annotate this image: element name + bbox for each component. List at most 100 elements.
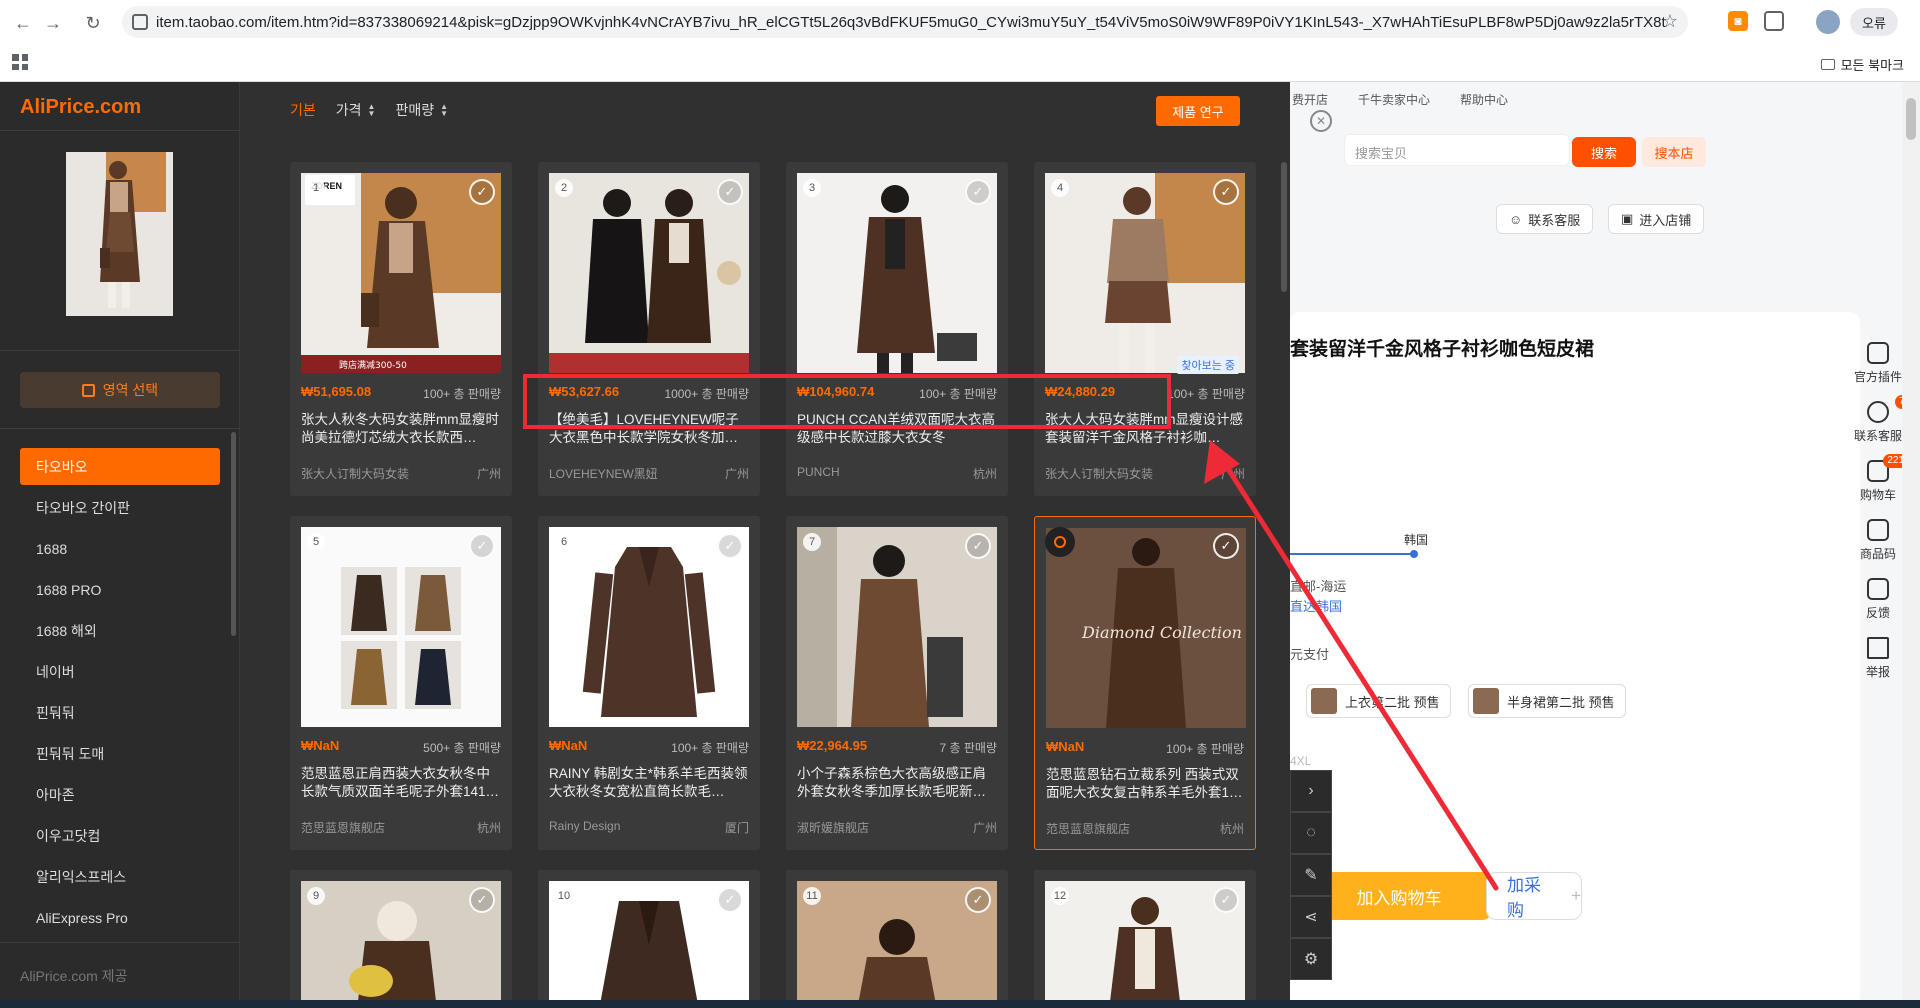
- platform-item[interactable]: 1688: [20, 530, 220, 567]
- taobao-search-button[interactable]: 搜索: [1572, 137, 1636, 167]
- select-check-icon[interactable]: ✓: [469, 887, 495, 913]
- page-scrollbar[interactable]: [1902, 82, 1920, 1008]
- product-card[interactable]: 3 ✓ ₩104,960.74 100+ 총 판매량 PUNCH CCAN羊绒双…: [786, 162, 1008, 496]
- shop-name[interactable]: PUNCH: [797, 465, 932, 479]
- select-check-icon[interactable]: ✓: [717, 533, 743, 559]
- product-research-button[interactable]: 제품 연구: [1156, 96, 1240, 126]
- shop-name[interactable]: Rainy Design: [549, 819, 684, 833]
- product-card[interactable]: 12 ✓: [1034, 870, 1256, 1008]
- product-image[interactable]: [797, 173, 997, 373]
- results-panel: 기본 가격 ▲ ▼ 판매량 ▲ ▼ 제품 연구 ZDREN 跨店满减300-50…: [240, 82, 1290, 1008]
- rail-service[interactable]: 74 联系客服: [1854, 395, 1914, 444]
- shop-name[interactable]: 张大人订制大码女装: [301, 465, 436, 482]
- product-card[interactable]: 6 ✓ ₩NaN 100+ 총 판매량 RAINY 韩剧女主*韩系羊毛西装领大衣…: [538, 516, 760, 850]
- product-card[interactable]: 9 ✓: [290, 870, 512, 1008]
- avatar[interactable]: [1816, 10, 1840, 34]
- rail-plugin[interactable]: 官方插件: [1854, 342, 1902, 385]
- product-card[interactable]: 10 ✓: [538, 870, 760, 1008]
- forward-icon[interactable]: →: [40, 10, 66, 36]
- product-image[interactable]: [549, 173, 749, 373]
- search-store-button[interactable]: 搜本店: [1642, 137, 1706, 167]
- enter-store-button[interactable]: ▣ 进入店铺: [1608, 204, 1705, 234]
- aliprice-logo[interactable]: AliPrice.com: [20, 96, 141, 119]
- select-check-icon[interactable]: ✓: [1213, 533, 1239, 559]
- all-bookmarks[interactable]: 모든 북마크: [1820, 55, 1904, 74]
- rank-number: 10: [555, 887, 573, 905]
- rail-feedback[interactable]: 反馈: [1866, 578, 1890, 621]
- product-title-link[interactable]: 范思蓝恩正肩西装大衣女秋冬中长款气质双面羊毛呢子外套141…: [301, 765, 501, 801]
- shop-name[interactable]: 范思蓝恩旗舰店: [1046, 820, 1181, 837]
- sidebar-scrollbar[interactable]: [231, 432, 236, 636]
- select-check-icon[interactable]: ✓: [965, 533, 991, 559]
- address-bar[interactable]: item.taobao.com/item.htm?id=837338069214…: [122, 6, 1688, 38]
- tab-price[interactable]: 가격 ▲ ▼: [336, 100, 376, 120]
- rank-number: 5: [307, 533, 325, 551]
- product-image[interactable]: [1045, 173, 1245, 373]
- top-nav-item[interactable]: 千牛卖家中心: [1358, 91, 1430, 114]
- contact-service-button[interactable]: ☺ 联系客服: [1496, 204, 1594, 234]
- product-image[interactable]: [301, 527, 501, 727]
- product-card[interactable]: ZDREN 跨店满减300-50 1 ✓ ₩51,695.08 100+ 총 판…: [290, 162, 512, 496]
- select-check-icon[interactable]: ✓: [469, 533, 495, 559]
- aliprice-extension-icon[interactable]: ◙: [1728, 11, 1748, 31]
- platform-item[interactable]: 타오바오: [20, 448, 220, 485]
- product-card[interactable]: 2 ✓ ₩53,627.66 1000+ 총 판매량 【绝美毛】LOVEHEYN…: [538, 162, 760, 496]
- bookmark-star-icon[interactable]: ☆: [1662, 11, 1678, 32]
- site-info-icon[interactable]: [132, 14, 148, 30]
- share-icon[interactable]: ⋖: [1290, 896, 1332, 938]
- profile-error-button[interactable]: 오류: [1850, 8, 1898, 36]
- platform-item[interactable]: 아마존: [20, 776, 220, 813]
- rail-cart[interactable]: 221 购物车: [1860, 454, 1908, 503]
- platform-item[interactable]: 1688 PRO: [20, 571, 220, 608]
- shop-city: 厦门: [724, 821, 749, 835]
- platform-item[interactable]: 네이버: [20, 653, 220, 690]
- tab-sales[interactable]: 판매량 ▲ ▼: [395, 100, 448, 120]
- shop-name[interactable]: 范思蓝恩旗舰店: [301, 819, 436, 836]
- platform-item[interactable]: AliExpress Pro: [20, 899, 220, 936]
- platform-item[interactable]: 이우고닷컴: [20, 817, 220, 854]
- top-nav-item[interactable]: 帮助中心: [1460, 91, 1508, 114]
- product-title-link[interactable]: RAINY 韩剧女主*韩系羊毛西装领大衣秋冬女宽松直筒长款毛…: [549, 765, 749, 801]
- select-check-icon[interactable]: ✓: [1213, 887, 1239, 913]
- rail-report[interactable]: 举报: [1866, 637, 1890, 680]
- shop-name[interactable]: 张大人订制大码女装: [1045, 465, 1180, 482]
- select-check-icon[interactable]: ✓: [1213, 179, 1239, 205]
- shop-name[interactable]: LOVEHEYNEW黑妞: [549, 465, 684, 482]
- product-card[interactable]: 7 ✓ ₩22,964.95 7 총 판매량 小个子森系棕色大衣高级感正肩外套女…: [786, 516, 1008, 850]
- platform-item[interactable]: 타오바오 간이판: [20, 489, 220, 526]
- product-image[interactable]: [549, 527, 749, 727]
- apps-icon[interactable]: [12, 54, 28, 70]
- shop-name[interactable]: 淑昕媛旗舰店: [797, 819, 932, 836]
- product-card[interactable]: 5 ✓ ₩NaN 500+ 총 판매량 范思蓝恩正肩西装大衣女秋冬中长款气质双面…: [290, 516, 512, 850]
- product-price: ₩51,695.08: [301, 384, 372, 399]
- tab-sales-label: 판매량: [395, 102, 435, 118]
- back-icon[interactable]: ←: [10, 10, 36, 36]
- platform-item[interactable]: 핀둬둬 도매: [20, 735, 220, 772]
- product-image[interactable]: [797, 527, 997, 727]
- product-image[interactable]: ZDREN 跨店满减300-50: [301, 173, 501, 373]
- product-title-link[interactable]: 张大人秋冬大码女装胖mm显瘦时尚美拉德灯芯绒大衣长款西…: [301, 411, 501, 447]
- select-check-icon[interactable]: ✓: [717, 179, 743, 205]
- select-check-icon[interactable]: ✓: [965, 887, 991, 913]
- taobao-search-input[interactable]: 搜索宝贝: [1344, 134, 1570, 166]
- divider: [0, 350, 240, 351]
- rank-number: 2: [555, 179, 573, 197]
- extensions-puzzle-icon[interactable]: [1764, 11, 1784, 31]
- rail-qrcode[interactable]: 商品码: [1860, 519, 1896, 562]
- select-check-icon[interactable]: ✓: [965, 179, 991, 205]
- tab-basic[interactable]: 기본: [290, 100, 316, 120]
- region-select-button[interactable]: 영역 선택: [20, 372, 220, 408]
- select-check-icon[interactable]: ✓: [717, 887, 743, 913]
- reload-icon[interactable]: ↻: [80, 10, 106, 36]
- platform-item[interactable]: 알리익스프레스: [20, 858, 220, 895]
- product-title-link[interactable]: 小个子森系棕色大衣高级感正肩外套女秋冬季加厚长款毛呢新…: [797, 765, 997, 801]
- close-overlay-icon[interactable]: ✕: [1310, 110, 1332, 132]
- zoom-search-icon[interactable]: [1045, 527, 1075, 557]
- platform-item[interactable]: 핀둬둬: [20, 694, 220, 731]
- url-text[interactable]: item.taobao.com/item.htm?id=837338069214…: [156, 14, 1666, 31]
- settings-gear-icon[interactable]: ⚙: [1290, 938, 1332, 980]
- platform-item[interactable]: 1688 해외: [20, 612, 220, 649]
- results-scrollbar[interactable]: [1281, 162, 1287, 292]
- product-card[interactable]: 11 ✓: [786, 870, 1008, 1008]
- select-check-icon[interactable]: ✓: [469, 179, 495, 205]
